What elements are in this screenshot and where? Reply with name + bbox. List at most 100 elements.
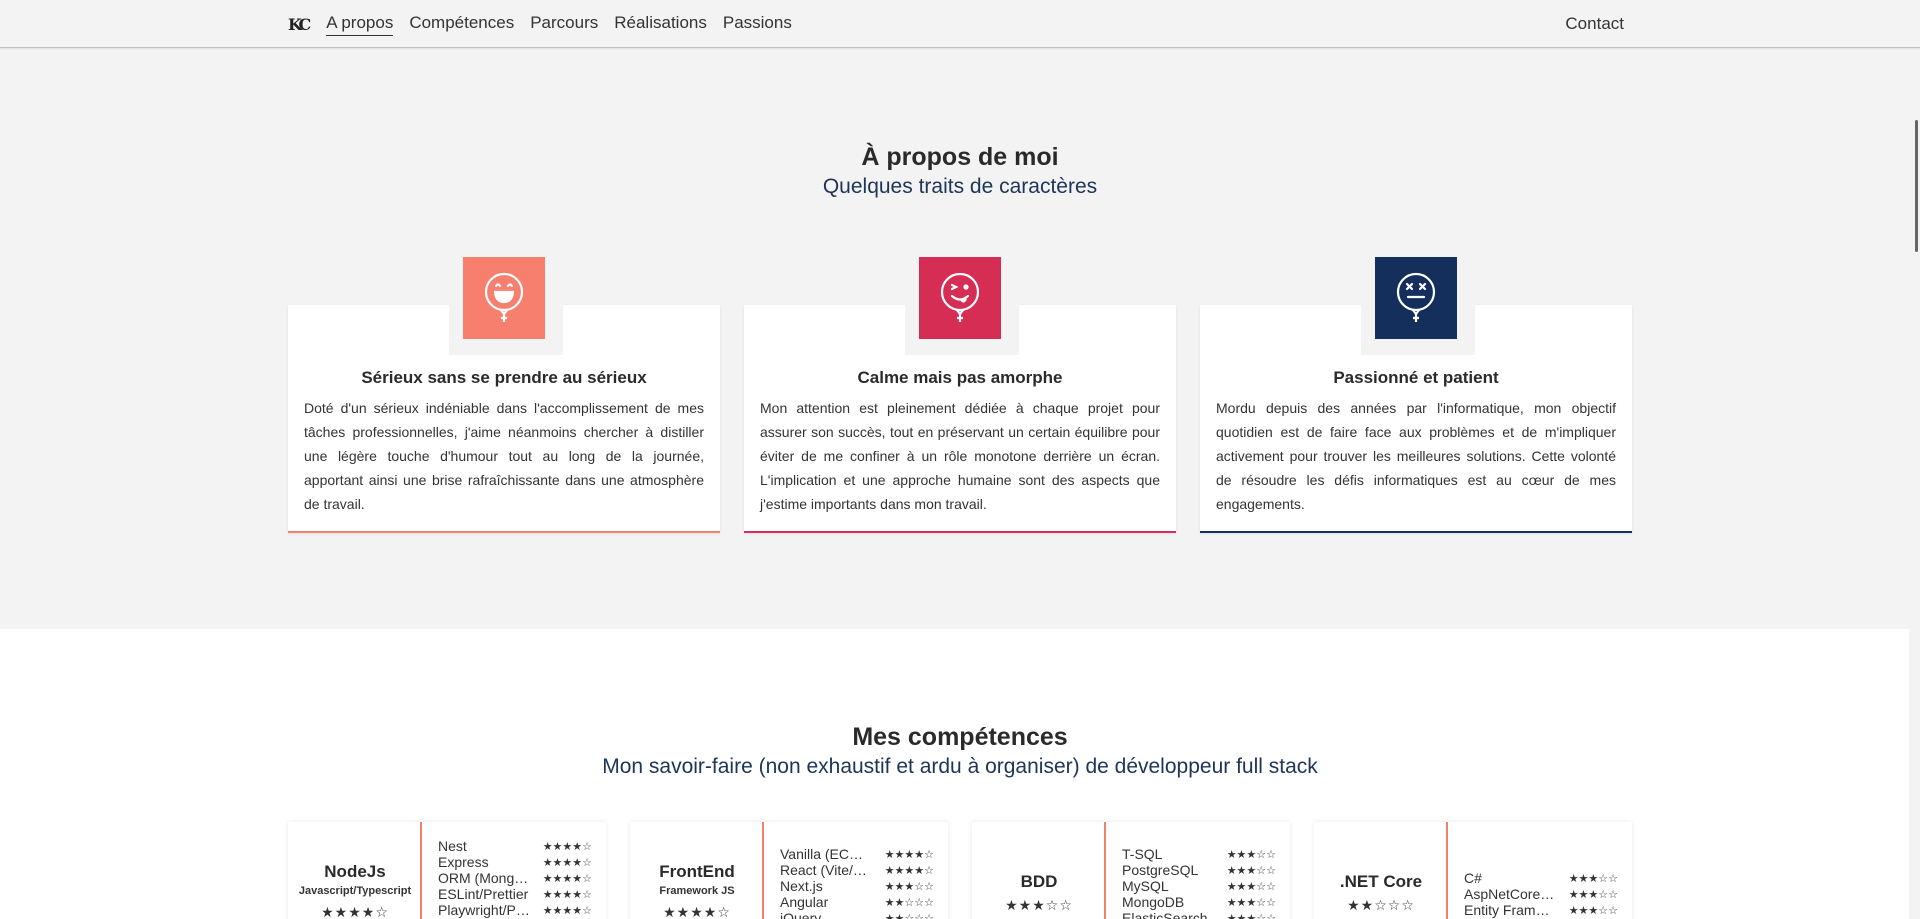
list-item: Vanilla (ECMAScript) ★★★★☆	[780, 846, 934, 862]
skill-list: Nest ★★★★☆ Express ★★★★☆ ORM (Mongoose) ★★★…	[438, 838, 592, 918]
nav-link-contact[interactable]: Contact	[1565, 14, 1624, 34]
list-item: jQuery ★★☆☆☆	[780, 910, 934, 919]
trait-title: Calme mais pas amorphe	[857, 368, 1063, 387]
list-item: Next.js ★★★☆☆	[780, 878, 934, 894]
skill-summary: NodeJs Javascript/Typescript ★★★★☆	[288, 822, 422, 919]
skill-rating: ★★★☆☆	[1005, 897, 1073, 913]
list-item: Nest ★★★★☆	[438, 838, 592, 854]
item-name: Entity Framework	[1464, 902, 1556, 918]
list-item: Entity Framework ★★★☆☆	[1464, 902, 1618, 918]
list-item: ElasticSearch ★★★☆☆	[1122, 910, 1276, 919]
list-item: C# ★★★☆☆	[1464, 870, 1618, 886]
item-rating: ★★★☆☆	[1226, 896, 1276, 909]
nav-link-realisations[interactable]: Réalisations	[614, 13, 707, 35]
item-rating: ★★★☆☆	[1226, 864, 1276, 877]
item-name: ElasticSearch	[1122, 910, 1208, 919]
skill-list: C# ★★★☆☆ AspNetCore.Mvc ★★★☆☆ Entity Frame…	[1464, 870, 1618, 918]
winking-balloon-icon	[919, 257, 1001, 339]
item-rating: ★★★☆☆	[1226, 912, 1276, 919]
item-rating: ★★★☆☆	[1226, 880, 1276, 893]
nav-link-parcours[interactable]: Parcours	[530, 13, 598, 35]
item-rating: ★★★☆☆	[1568, 872, 1618, 885]
nav-link-competences[interactable]: Compétences	[409, 13, 514, 35]
item-name: Vanilla (ECMAScript)	[780, 846, 872, 862]
item-name: ESLint/Prettier	[438, 886, 529, 902]
list-item: MySQL ★★★☆☆	[1122, 878, 1276, 894]
skills-title: Mes compétences	[852, 723, 1068, 751]
nav-link-passions[interactable]: Passions	[723, 13, 792, 35]
item-rating: ★★★★☆	[884, 848, 934, 861]
list-item: PostgreSQL ★★★☆☆	[1122, 862, 1276, 878]
list-item: ESLint/Prettier ★★★★☆	[438, 886, 592, 902]
item-name: C#	[1464, 870, 1482, 886]
about-title: À propos de moi	[861, 143, 1059, 171]
trait-card: Passionné et patient Mordu depuis des an…	[1200, 257, 1632, 533]
laughing-balloon-icon	[463, 257, 545, 339]
item-name: jQuery	[780, 910, 822, 919]
trait-card: Calme mais pas amorphe Mon attention est…	[744, 257, 1176, 533]
about-section: À propos de moi Quelques traits de carac…	[0, 49, 1909, 629]
list-item: Playwright/Puppeteer ★★★★☆	[438, 902, 592, 918]
item-name: ORM (Mongoose)	[438, 870, 530, 886]
item-name: PostgreSQL	[1122, 862, 1199, 878]
about-subtitle: Quelques traits de caractères	[822, 175, 1098, 198]
list-item: T-SQL ★★★☆☆	[1122, 846, 1276, 862]
trait-accent-bar	[1200, 531, 1632, 533]
trait-title: Sérieux sans se prendre au sérieux	[361, 368, 647, 387]
trait-card: Sérieux sans se prendre au sérieux Doté …	[288, 257, 720, 533]
skill-rating: ★★★★☆	[321, 904, 389, 919]
item-rating: ★★☆☆☆	[884, 896, 934, 909]
trait-accent-bar	[744, 531, 1176, 533]
trait-text: Mon attention est pleinement dédiée à ch…	[760, 400, 1160, 512]
item-name: Next.js	[780, 878, 823, 894]
trait-text: Mordu depuis des années par l'informatiq…	[1216, 400, 1616, 512]
item-rating: ★★★☆☆	[1226, 848, 1276, 861]
item-rating: ★★★☆☆	[884, 880, 934, 893]
item-name: React (Vite/Redux)	[780, 862, 872, 878]
skill-card: FrontEnd Framework JS ★★★★☆ Vanilla (ECM…	[630, 822, 948, 919]
list-item: ORM (Mongoose) ★★★★☆	[438, 870, 592, 886]
skill-name: FrontEnd	[659, 862, 735, 881]
top-navbar: KC A propos Compétences Parcours Réalisa…	[0, 0, 1920, 48]
item-rating: ★★★★☆	[884, 864, 934, 877]
dizzy-balloon-icon	[1375, 257, 1457, 339]
trait-title: Passionné et patient	[1333, 368, 1499, 387]
list-item: React (Vite/Redux) ★★★★☆	[780, 862, 934, 878]
item-name: MySQL	[1122, 878, 1169, 894]
list-item: Express ★★★★☆	[438, 854, 592, 870]
list-item: Angular ★★☆☆☆	[780, 894, 934, 910]
item-rating: ★★★★☆	[542, 888, 592, 901]
item-rating: ★★★★☆	[542, 872, 592, 885]
skill-rating: ★★★★☆	[663, 904, 731, 919]
item-name: Nest	[438, 838, 467, 854]
trait-text: Doté d'un sérieux indéniable dans l'acco…	[304, 400, 704, 512]
list-item: MongoDB ★★★☆☆	[1122, 894, 1276, 910]
skills-section: Mes compétences Mon savoir-faire (non ex…	[0, 629, 1909, 919]
item-name: MongoDB	[1122, 894, 1185, 910]
skill-summary: BDD ★★★☆☆	[972, 822, 1106, 919]
skill-subtitle: Framework JS	[659, 885, 735, 897]
skill-subtitle: Javascript/Typescript	[298, 885, 412, 897]
skill-card: .NET Core ★★☆☆☆ C# ★★★☆☆ AspNetCore.Mvc ★★…	[1314, 822, 1632, 919]
skill-rating: ★★☆☆☆	[1347, 897, 1415, 913]
skill-list: T-SQL ★★★☆☆ PostgreSQL ★★★☆☆ MySQL ★★★☆☆ Mo…	[1122, 846, 1276, 919]
skill-name: NodeJs	[324, 862, 386, 881]
logo[interactable]: KC	[288, 15, 311, 34]
item-rating: ★★★★☆	[542, 840, 592, 853]
item-rating: ★★★★☆	[542, 856, 592, 869]
item-rating: ★★★★☆	[542, 904, 592, 917]
item-name: AspNetCore.Mvc	[1464, 886, 1556, 902]
nav-link-a-propos[interactable]: A propos	[326, 13, 394, 36]
item-rating: ★★★☆☆	[1568, 904, 1618, 917]
skill-summary: .NET Core ★★☆☆☆	[1314, 822, 1448, 919]
trait-accent-bar	[288, 531, 720, 533]
item-rating: ★★★☆☆	[1568, 888, 1618, 901]
item-name: Express	[438, 854, 489, 870]
skill-summary: FrontEnd Framework JS ★★★★☆	[630, 822, 764, 919]
item-name: Angular	[780, 894, 829, 910]
item-name: T-SQL	[1122, 846, 1163, 862]
skill-list: Vanilla (ECMAScript) ★★★★☆ React (Vite/Re…	[780, 846, 934, 919]
item-rating: ★★☆☆☆	[884, 912, 934, 919]
item-name: Playwright/Puppeteer	[438, 902, 530, 918]
skill-name: .NET Core	[1339, 872, 1423, 891]
